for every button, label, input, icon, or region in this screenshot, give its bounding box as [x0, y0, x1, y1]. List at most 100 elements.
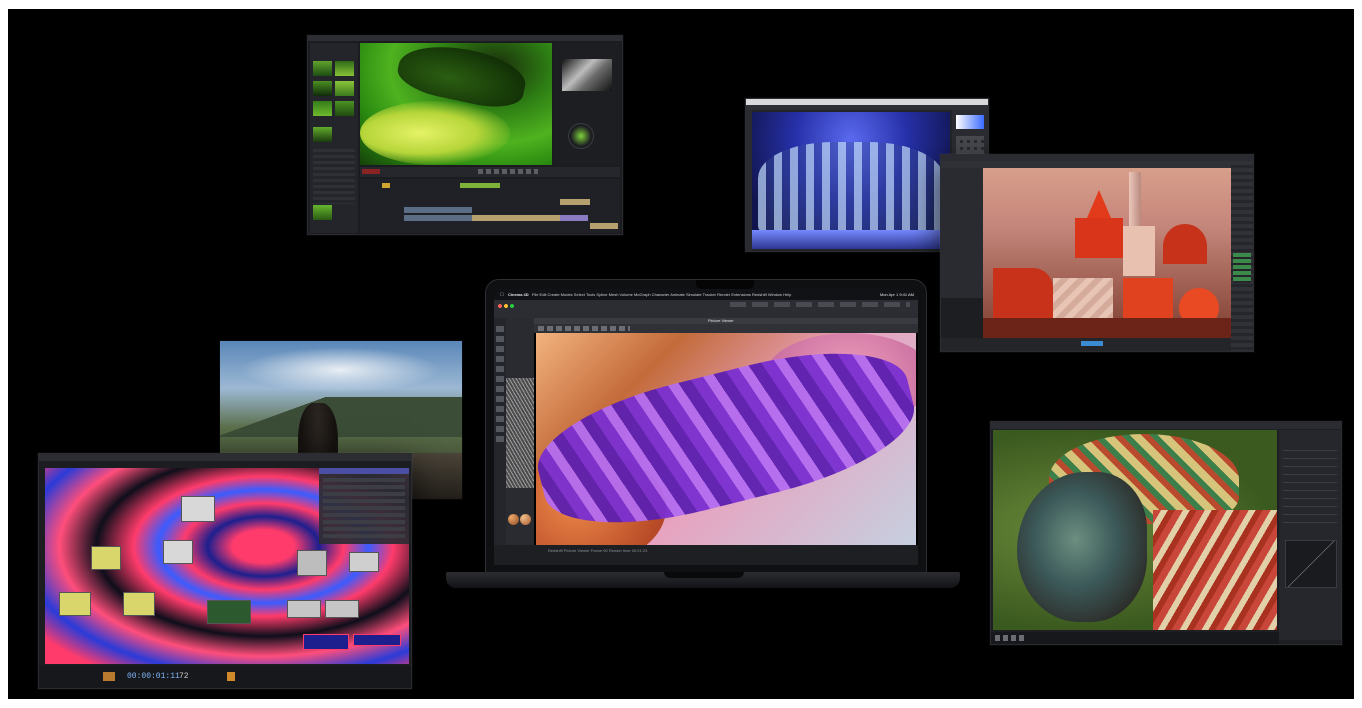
clip-thumbnail[interactable]	[335, 61, 354, 76]
face-profile	[1017, 472, 1147, 622]
timeline-strip	[941, 338, 1231, 351]
clip-thumbnail[interactable]	[313, 101, 332, 116]
block-shape	[993, 268, 1053, 318]
node[interactable]	[287, 600, 321, 618]
properties-tabs[interactable]	[1233, 253, 1251, 283]
cone-shape	[1087, 190, 1111, 218]
adjustments-panel	[1279, 430, 1341, 640]
timeline-clip[interactable]	[472, 215, 562, 221]
node[interactable]	[91, 546, 121, 570]
vectorscope	[568, 123, 594, 149]
menubar-clock: Mon Apr 1 9:41 AM	[879, 292, 914, 297]
node[interactable]	[353, 634, 401, 646]
viewer-title: Picture Viewer	[708, 318, 734, 323]
clip-thumbnail[interactable]	[335, 101, 354, 116]
clip-thumbnail[interactable]	[313, 127, 332, 142]
timeline-clip[interactable]	[590, 223, 618, 229]
outliner-panel	[1231, 161, 1253, 351]
clip-thumbnail[interactable]	[313, 61, 332, 76]
app-toolbar	[494, 300, 918, 318]
viewport-3d	[983, 168, 1231, 338]
color-picker[interactable]	[956, 115, 984, 129]
media-bin-panel	[310, 43, 358, 233]
apple-icon[interactable]: 	[500, 292, 504, 298]
app-menu-name[interactable]: Cinema 4D	[508, 292, 529, 297]
frame-field[interactable]: 72	[179, 672, 189, 681]
clip-thumbnail[interactable]	[313, 81, 332, 96]
menu-bar	[308, 36, 622, 41]
status-bar: Redshift Picture Viewer Frame 90 Render …	[494, 545, 918, 565]
timeline-clip[interactable]	[404, 215, 472, 221]
layout-tabs[interactable]	[730, 302, 910, 307]
node[interactable]	[207, 600, 251, 624]
timeline-clip[interactable]	[560, 199, 590, 205]
timeline-keys[interactable]	[1081, 341, 1103, 346]
tool-palette	[494, 318, 506, 554]
material-ball[interactable]	[520, 514, 531, 525]
mountains	[220, 397, 462, 437]
laptop-screen:  Cinema 4D File Edit Create Modes Selec…	[494, 289, 918, 565]
playback-controls	[360, 167, 620, 177]
bottom-toolbar	[991, 632, 1279, 644]
stairs-shape	[1053, 278, 1113, 318]
wireframe-preview	[506, 378, 534, 488]
block-shape	[1123, 226, 1155, 276]
menu-bar	[39, 454, 411, 461]
render-toolbar	[534, 324, 918, 333]
material-ball[interactable]	[508, 514, 519, 525]
transport-buttons[interactable]	[478, 169, 538, 174]
panel-header	[319, 468, 409, 474]
in-marker[interactable]	[362, 169, 380, 174]
window-video-editor	[307, 35, 623, 235]
timeline	[360, 179, 620, 233]
video-viewer	[360, 43, 552, 165]
clouds	[240, 347, 440, 393]
menubar-items[interactable]: File Edit Create Modes Select Tools Spli…	[532, 292, 791, 297]
file-list	[313, 149, 355, 204]
clip-thumbnail[interactable]	[313, 205, 332, 220]
window-photo-retouch	[990, 421, 1342, 645]
node[interactable]	[123, 592, 155, 616]
header-bar	[941, 161, 1253, 168]
parameter-rows[interactable]	[323, 478, 405, 538]
photo-canvas	[752, 112, 950, 249]
laptop-lid-groove	[664, 572, 744, 578]
node[interactable]	[303, 634, 349, 650]
scopes-panel	[554, 43, 620, 165]
tool-icons[interactable]	[496, 326, 504, 446]
node[interactable]	[181, 496, 215, 522]
parameters-panel	[319, 468, 409, 544]
node[interactable]	[349, 552, 379, 572]
status-text: Redshift Picture Viewer Frame 90 Render …	[548, 548, 648, 553]
fabric	[1153, 510, 1277, 630]
menu-bar	[991, 422, 1341, 429]
left-toolbar	[941, 168, 983, 298]
node[interactable]	[163, 540, 193, 564]
clip-thumbnail[interactable]	[335, 81, 354, 96]
timeline-clip[interactable]	[382, 183, 390, 188]
view-buttons[interactable]	[995, 635, 1025, 641]
curves-graph[interactable]	[1285, 540, 1337, 588]
smoke-cloud	[360, 101, 510, 165]
play-button[interactable]	[103, 672, 115, 681]
timeline-clip[interactable]	[404, 207, 472, 213]
product-collage: 00:00:01:11 72  Cinema 4D File Edit Cre…	[8, 9, 1354, 699]
transport-bar: 00:00:01:11 72	[39, 666, 411, 688]
node[interactable]	[59, 592, 91, 616]
node[interactable]	[297, 550, 327, 576]
dancers-group	[758, 142, 944, 232]
timeline-clip[interactable]	[560, 215, 588, 221]
waveform-scope	[562, 59, 612, 91]
render-tool-icons[interactable]	[538, 326, 630, 331]
window-controls[interactable]	[498, 304, 516, 308]
node[interactable]	[325, 600, 359, 618]
floor	[983, 318, 1231, 338]
window-node-editor: 00:00:01:11 72	[38, 453, 412, 689]
laptop:  Cinema 4D File Edit Create Modes Selec…	[485, 279, 927, 573]
sliders[interactable]	[1283, 450, 1337, 530]
camera-notch	[696, 280, 754, 289]
arch-shape	[1163, 224, 1207, 264]
macos-menubar:  Cinema 4D File Edit Create Modes Selec…	[494, 289, 918, 300]
orange-marker[interactable]	[227, 672, 235, 681]
timeline-clip[interactable]	[460, 183, 500, 188]
